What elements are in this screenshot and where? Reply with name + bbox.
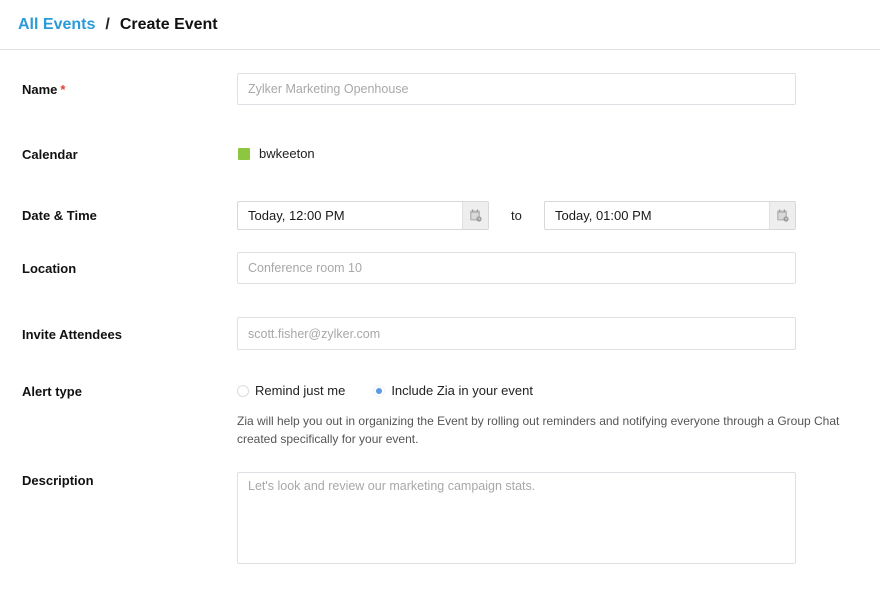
required-mark: * xyxy=(60,82,66,97)
datetime-to-label: to xyxy=(511,208,522,223)
start-datetime-value[interactable]: Today, 12:00 PM xyxy=(238,202,462,229)
location-input[interactable]: Conference room 10 xyxy=(237,252,796,284)
radio-button-selected[interactable] xyxy=(373,384,386,397)
name-input[interactable]: Zylker Marketing Openhouse xyxy=(237,73,796,105)
name-label-text: Name xyxy=(22,82,58,97)
location-label: Location xyxy=(22,261,77,276)
calendar-selector[interactable]: bwkeeton xyxy=(238,146,315,161)
end-datetime-field[interactable]: Today, 01:00 PM xyxy=(544,201,796,230)
radio-label: Remind just me xyxy=(255,383,346,398)
breadcrumb: All Events / Create Event xyxy=(0,0,880,50)
page-title: Create Event xyxy=(119,15,218,33)
alert-type-label: Alert type xyxy=(22,384,82,399)
end-datetime-value[interactable]: Today, 01:00 PM xyxy=(545,202,769,229)
zia-help-text: Zia will help you out in organizing the … xyxy=(237,414,840,446)
name-label: Name * xyxy=(22,82,65,97)
calendar-name: bwkeeton xyxy=(259,146,315,161)
end-datetime-picker-button[interactable] xyxy=(769,202,795,229)
description-label: Description xyxy=(22,473,94,488)
radio-label: Include Zia in your event xyxy=(391,383,533,398)
calendar-picker-icon xyxy=(777,209,789,222)
datetime-label: Date & Time xyxy=(22,208,97,223)
breadcrumb-separator: / xyxy=(105,15,110,33)
start-datetime-picker-button[interactable] xyxy=(462,202,488,229)
radio-button[interactable] xyxy=(237,384,249,397)
alert-type-radio-group: Remind just me Include Zia in your event xyxy=(237,383,561,398)
description-textarea[interactable]: Let's look and review our marketing camp… xyxy=(237,472,796,564)
calendar-label: Calendar xyxy=(22,147,78,162)
breadcrumb-all-events-link[interactable]: All Events xyxy=(18,16,95,34)
radio-remind-just-me[interactable]: Remind just me xyxy=(237,383,345,398)
start-datetime-field[interactable]: Today, 12:00 PM xyxy=(237,201,489,230)
calendar-picker-icon xyxy=(470,209,482,222)
attendees-label: Invite Attendees xyxy=(22,327,122,342)
attendees-input[interactable]: scott.fisher@zylker.com xyxy=(237,317,796,350)
calendar-color-swatch xyxy=(238,147,250,160)
radio-include-zia[interactable]: Include Zia in your event xyxy=(373,383,533,398)
